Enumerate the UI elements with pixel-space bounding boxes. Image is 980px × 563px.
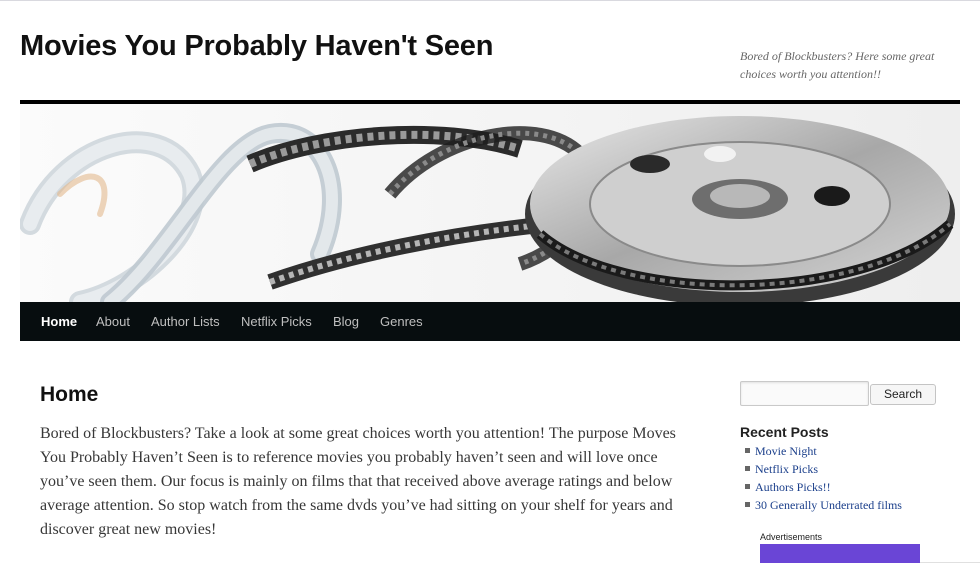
recent-post-link[interactable]: Netflix Picks [755,462,818,476]
page-body-text: Bored of Blockbusters? Take a look at so… [40,425,676,538]
nav-item-blog[interactable]: Blog [333,302,359,341]
bullet-icon [745,466,750,471]
list-item: Authors Picks!! [745,479,902,497]
site-tagline: Bored of Blockbusters? Here some great c… [740,49,935,81]
top-border [0,0,980,1]
nav-item-genres[interactable]: Genres [380,302,423,341]
list-item: 30 Generally Underrated films [745,497,902,515]
site-title[interactable]: Movies You Probably Haven't Seen [20,30,493,63]
nav-item-netflix-picks[interactable]: Netflix Picks [241,302,312,341]
recent-post-link[interactable]: Authors Picks!! [755,480,831,494]
nav-item-about[interactable]: About [96,302,130,341]
search-button[interactable]: Search [870,384,936,405]
nav-item-author-lists[interactable]: Author Lists [151,302,220,341]
recent-posts-title: Recent Posts [740,424,829,440]
bullet-icon [745,448,750,453]
list-item: Movie Night [745,443,902,461]
advertisement-banner[interactable] [760,544,920,563]
header-banner-image[interactable] [20,104,960,302]
page-title: Home [40,383,99,406]
bullet-icon [745,484,750,489]
recent-posts-list: Movie Night Netflix Picks Authors Picks!… [745,443,902,515]
bullet-icon [745,502,750,507]
search-input[interactable] [740,381,869,406]
recent-post-link[interactable]: 30 Generally Underrated films [755,498,902,512]
list-item: Netflix Picks [745,461,902,479]
nav-item-home[interactable]: Home [41,302,77,341]
main-nav: Home About Author Lists Netflix Picks Bl… [20,302,960,341]
advertisements-label: Advertisements [760,532,823,542]
recent-post-link[interactable]: Movie Night [755,444,817,458]
